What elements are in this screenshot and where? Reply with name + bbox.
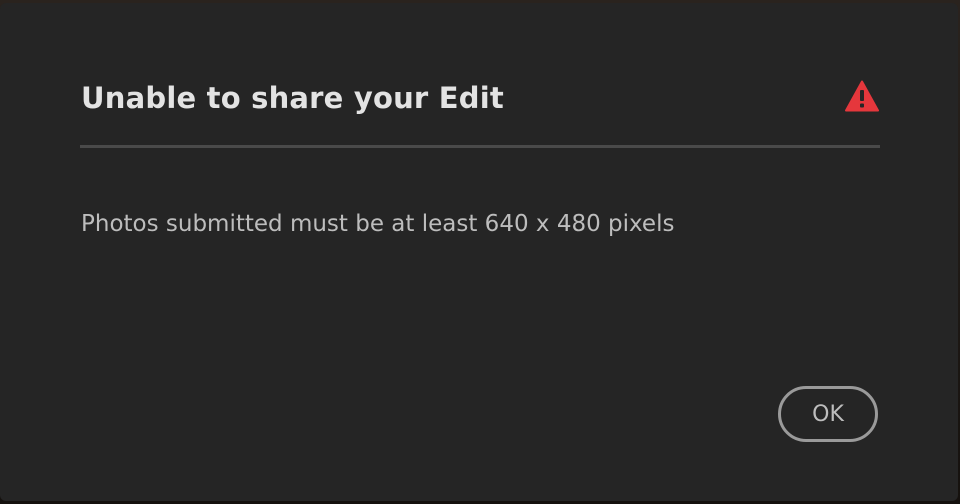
dialog-title: Unable to share your Edit [81, 81, 504, 115]
dialog-message: Photos submitted must be at least 640 x … [81, 211, 675, 237]
title-divider [80, 145, 880, 148]
ok-button[interactable]: OK [778, 386, 878, 442]
error-dialog: Unable to share your Edit Photos submitt… [0, 3, 958, 501]
alert-triangle-icon [845, 80, 879, 112]
